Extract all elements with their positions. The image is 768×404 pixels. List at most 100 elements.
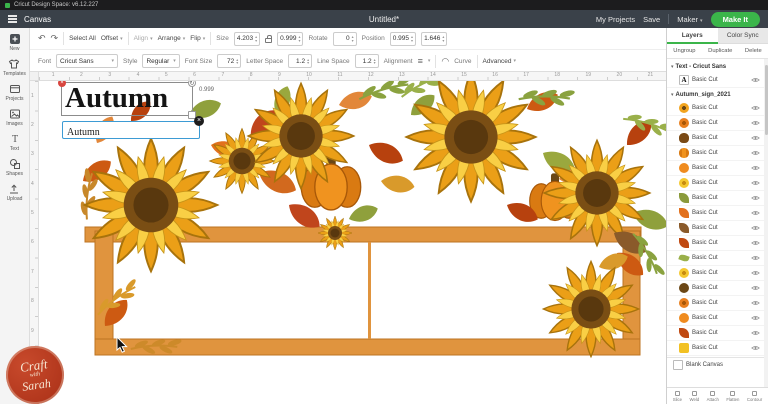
eye-icon[interactable] <box>750 105 760 111</box>
sidebar-item-text[interactable]: T Text <box>9 133 21 152</box>
sidebar-item-images[interactable]: Images <box>6 108 22 127</box>
layer-row[interactable]: Basic Cut <box>667 131 768 146</box>
eye-icon[interactable] <box>750 315 760 321</box>
eye-icon[interactable] <box>750 210 760 216</box>
layer-row[interactable]: Basic Cut <box>667 236 768 251</box>
eye-icon[interactable] <box>750 195 760 201</box>
alignment-icon[interactable]: ≡ <box>418 57 423 66</box>
layers-action-button[interactable]: Delete <box>745 48 762 54</box>
menu-icon[interactable] <box>8 15 17 23</box>
layers-action-button[interactable]: Ungroup <box>673 48 695 54</box>
stepper-icon[interactable]: ▴▾ <box>374 58 376 65</box>
layer-row[interactable]: Basic Cut <box>667 266 768 281</box>
document-title[interactable]: Untitled* <box>369 15 399 24</box>
size-height-input[interactable]: 0.999▴▾ <box>277 32 303 46</box>
layers-footer-button[interactable]: Flatten <box>726 391 739 402</box>
scrollbar-thumb[interactable] <box>765 65 768 135</box>
style-select[interactable]: Regular▾ <box>142 54 179 68</box>
make-it-button[interactable]: Make It <box>711 12 760 27</box>
stepper-icon[interactable]: ▴▾ <box>352 35 354 42</box>
save-link[interactable]: Save <box>643 15 660 24</box>
selection-box[interactable]: Autumn × ↻ <box>61 82 193 116</box>
close-icon[interactable]: × <box>194 116 204 126</box>
eye-icon[interactable] <box>750 300 760 306</box>
layer-row[interactable]: Basic Cut <box>667 341 768 356</box>
eye-icon[interactable] <box>750 180 760 186</box>
layers-footer-button[interactable]: Weld <box>690 391 700 402</box>
select-all-button[interactable]: Select All <box>69 35 96 42</box>
layer-row[interactable]: Basic Cut <box>667 281 768 296</box>
position-x-input[interactable]: 0.995▴▾ <box>390 32 416 46</box>
eye-icon[interactable] <box>750 150 760 156</box>
layer-row[interactable]: Basic Cut <box>667 221 768 236</box>
machine-selector[interactable]: Maker▾ <box>677 15 702 24</box>
size-width-input[interactable]: 4.203▴▾ <box>234 32 260 46</box>
layers-footer-button[interactable]: Contour <box>747 391 762 402</box>
scrollbar[interactable] <box>764 59 768 387</box>
layer-row[interactable]: Basic Cut <box>667 101 768 116</box>
sidebar-item-shapes[interactable]: Shapes <box>6 158 23 177</box>
letter-space-input[interactable]: 1.2▴▾ <box>288 54 312 68</box>
eye-icon[interactable] <box>750 77 760 83</box>
stepper-icon[interactable]: ▴▾ <box>307 58 309 65</box>
eye-icon[interactable] <box>750 225 760 231</box>
layers-action-button[interactable]: Duplicate <box>708 48 732 54</box>
stepper-icon[interactable]: ▴▾ <box>411 35 413 42</box>
align-button[interactable]: Align▾ <box>134 35 153 42</box>
flip-button[interactable]: Flip▾ <box>190 35 205 42</box>
canvas[interactable]: Autumn × ↻ 0.999 × <box>39 81 666 404</box>
text-edit-box[interactable]: × <box>62 121 200 139</box>
tab-layers[interactable]: Layers <box>667 28 718 44</box>
offset-button[interactable]: Offset▾ <box>101 35 123 42</box>
eye-icon[interactable] <box>750 330 760 336</box>
sidebar-item-projects[interactable]: Projects <box>5 83 23 102</box>
sidebar-item-new[interactable]: New <box>9 33 21 52</box>
layers-footer-button[interactable]: Attach <box>707 391 719 402</box>
lock-icon[interactable] <box>265 38 272 43</box>
layers-footer-button[interactable]: Slice <box>673 391 682 402</box>
eye-icon[interactable] <box>750 240 760 246</box>
line-space-input[interactable]: 1.2▴▾ <box>355 54 379 68</box>
advanced-button[interactable]: Advanced▾ <box>483 58 516 65</box>
redo-icon[interactable]: ↷ <box>51 34 59 43</box>
stepper-icon[interactable]: ▴▾ <box>442 35 444 42</box>
font-size-input[interactable]: 72▴▾ <box>217 54 241 68</box>
text-layer-row[interactable]: A Basic Cut <box>667 73 768 88</box>
eye-icon[interactable] <box>750 135 760 141</box>
arrange-button[interactable]: Arrange▾ <box>158 35 186 42</box>
undo-icon[interactable]: ↶ <box>38 34 46 43</box>
layer-row[interactable]: Basic Cut <box>667 311 768 326</box>
curve-icon[interactable]: ◠ <box>441 57 449 66</box>
canvas-text[interactable]: Autumn <box>62 83 192 114</box>
blank-canvas-row[interactable]: Blank Canvas <box>667 357 768 372</box>
sidebar-item-upload[interactable]: Upload <box>7 183 23 202</box>
layer-row[interactable]: Basic Cut <box>667 146 768 161</box>
design-group-row[interactable]: ▾ Autumn_sign_2021 <box>667 88 768 101</box>
layer-row[interactable]: Basic Cut <box>667 326 768 341</box>
layer-row[interactable]: Basic Cut <box>667 161 768 176</box>
eye-icon[interactable] <box>750 285 760 291</box>
eye-icon[interactable] <box>750 120 760 126</box>
rotate-handle[interactable]: ↻ <box>188 81 196 87</box>
stepper-icon[interactable]: ▴▾ <box>236 58 238 65</box>
text-input[interactable] <box>63 125 199 141</box>
layer-row[interactable]: Basic Cut <box>667 206 768 221</box>
my-projects-link[interactable]: My Projects <box>596 15 635 24</box>
stepper-icon[interactable]: ▴▾ <box>298 35 300 42</box>
layer-row[interactable]: Basic Cut <box>667 296 768 311</box>
layer-row[interactable]: Basic Cut <box>667 116 768 131</box>
text-group-row[interactable]: ▾ Text - Cricut Sans <box>667 60 768 73</box>
eye-icon[interactable] <box>750 255 760 261</box>
eye-icon[interactable] <box>750 165 760 171</box>
stepper-icon[interactable]: ▴▾ <box>255 35 257 42</box>
eye-icon[interactable] <box>750 270 760 276</box>
layer-row[interactable]: Basic Cut <box>667 176 768 191</box>
position-y-input[interactable]: 1.646▴▾ <box>421 32 447 46</box>
font-select[interactable]: Cricut Sans▾ <box>56 54 118 68</box>
layer-row[interactable]: Basic Cut <box>667 251 768 266</box>
sidebar-item-templates[interactable]: Templates <box>3 58 26 77</box>
layer-row[interactable]: Basic Cut <box>667 191 768 206</box>
rotate-input[interactable]: 0▴▾ <box>333 32 357 46</box>
eye-icon[interactable] <box>750 345 760 351</box>
tab-color-sync[interactable]: Color Sync <box>718 28 768 44</box>
